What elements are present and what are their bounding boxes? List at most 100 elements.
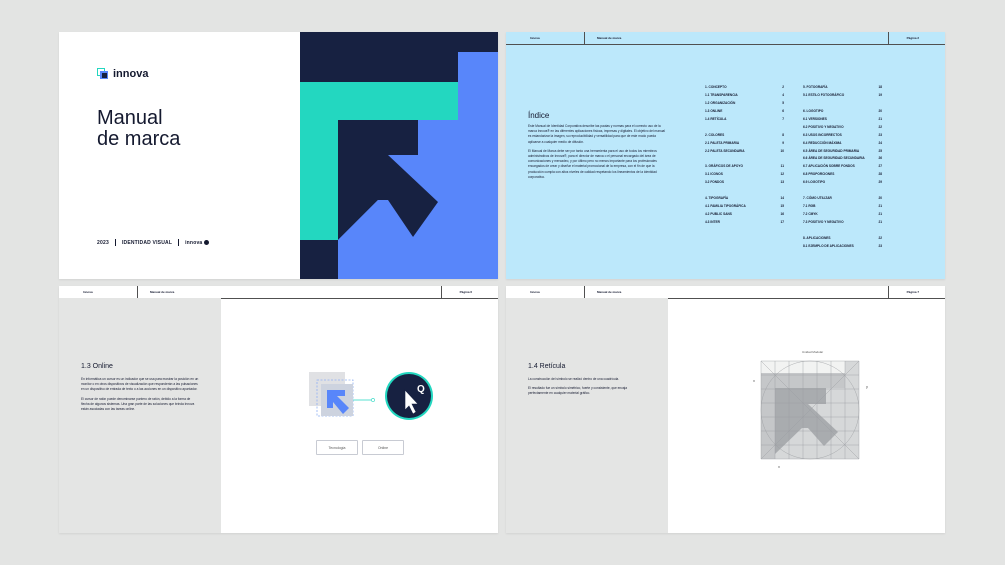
toc-entry[interactable]: 6.7 APLICACIÓN SOBRE FONDOS 27	[803, 164, 882, 172]
toc-entry[interactable]: 7.3 POSITIVO Y NEGATIVO 21	[803, 220, 882, 228]
header-page-number: Página 7	[906, 290, 919, 294]
toc-entry[interactable]: 3. GRÁFICOS DE APOYO 11	[705, 164, 784, 172]
toc-entry-page: 29	[878, 180, 882, 185]
section-title: 1.4 Retícula	[528, 363, 566, 370]
toc-entry-page: 5	[782, 100, 784, 105]
toc-entry-label: 6.1 VERSIONES	[803, 116, 827, 121]
toc-entry[interactable]: 6.2 POSITIVO Y NEGATIVO 22	[803, 125, 882, 133]
toc-entry[interactable]: 6.8 PROPORCIONES 28	[803, 172, 882, 180]
toc-entry-label: 6.8 PROPORCIONES	[803, 172, 835, 177]
page-header: Innova Manual de marca Página 2	[506, 32, 945, 45]
toc-column-right: 5. FOTOGRAFÍA 18 5.1 ESTILO FOTOGRÁFICO 19 6…	[803, 85, 882, 252]
toc-entry[interactable]: 2. COLORES 8	[705, 133, 784, 141]
section-paragraph-2: El cursor de ratón puede denominarse pun…	[81, 396, 195, 412]
toc-entry-page: 25	[878, 148, 882, 153]
toc-entry-label: 1.3 ONLINE	[705, 108, 723, 113]
toc-entry-page: 21	[878, 116, 882, 121]
toc-entry-page: 23	[878, 132, 882, 137]
header-brand: Innova	[530, 290, 540, 294]
toc-entry[interactable]: 3.1 ICONOS 12	[705, 172, 784, 180]
toc-entry-page: 18	[878, 85, 882, 89]
section-title: 1.3 Online	[81, 363, 113, 370]
registered-icon	[204, 240, 210, 245]
toc-entry-page: 20	[878, 196, 882, 201]
toc-entry[interactable]: 3.2 FONDOS 13	[705, 180, 784, 188]
cover-brand-graphic	[300, 32, 498, 279]
section-paragraph-2: El resultado fue un símbolo simétrico, f…	[528, 386, 628, 396]
toc-entry[interactable]: 5. FOTOGRAFÍA 18	[803, 85, 882, 93]
toc-entry[interactable]: 6.9 LOGOTIPO 29	[803, 180, 882, 188]
index-page[interactable]: Innova Manual de marca Página 2 Índice E…	[506, 32, 945, 279]
toc-entry[interactable]: 4.1 FAMILIA TIPOGRÁFICA 15	[705, 204, 784, 212]
grid-page[interactable]: Innova Manual de marca Página 7 1.4 Retí…	[506, 286, 945, 533]
toc-entry-label: 5.1 ESTILO FOTOGRÁFICO	[803, 92, 845, 97]
footer-divider	[114, 239, 116, 246]
toc-spacer	[803, 228, 882, 236]
toc-entry[interactable]: 1.4 RETÍCULA 7	[705, 117, 784, 125]
section-paragraph-1: La construcción del símbolo se realizó d…	[528, 377, 620, 381]
toc-entry-label: 7. CÓMO UTILIZAR	[803, 196, 832, 201]
header-page-number: Página 2	[906, 36, 919, 40]
brand-name: innova	[113, 68, 149, 80]
toc-entry[interactable]: 4.3 INTER 17	[705, 220, 784, 228]
toc-entry[interactable]: 2.2 PALETA SECUNDARIA 10	[705, 149, 784, 157]
toc-entry-page: 6	[782, 108, 784, 113]
art-navy-foot	[300, 240, 338, 279]
toc-entry[interactable]: 8. APLICACIONES 22	[803, 236, 882, 244]
toc-entry-page: 11	[780, 164, 784, 169]
toc-entry-label: 7.1 RGB	[803, 204, 816, 209]
toc-entry[interactable]: 2.1 PALETA PRIMARIA 9	[705, 141, 784, 149]
toc-entry-page: 8	[782, 132, 784, 137]
toc-entry-label: 4.1 FAMILIA TIPOGRÁFICA	[705, 204, 746, 209]
toc-entry-label: 3.1 ICONOS	[705, 172, 723, 177]
toc-entry[interactable]: 6. LOGOTIPO 20	[803, 109, 882, 117]
index-paragraph-2: El Manual de Marca debe ser por tanto un…	[528, 148, 657, 179]
index-title: Índice	[528, 111, 550, 120]
toc-entry-label: 4.2 PUBLIC SANS	[705, 212, 732, 216]
toc-entry-page: 4	[782, 92, 784, 97]
toc-entry[interactable]: 7. CÓMO UTILIZAR 20	[803, 196, 882, 204]
toc-entry[interactable]: 5.1 ESTILO FOTOGRÁFICO 19	[803, 93, 882, 101]
toc-entry[interactable]: 6.4 REDUCCIÓN MÁXIMA 24	[803, 141, 882, 149]
toc-entry[interactable]: 8.1 EJEMPLO DE APLICACIONES 23	[803, 244, 882, 252]
toc-entry-label: 1.1 TRANSPARENCIA	[705, 92, 738, 97]
toc-entry[interactable]: 1.2 ORGANIZACIÓN 5	[705, 101, 784, 109]
brand-logo: innova	[97, 68, 148, 80]
toc-entry[interactable]: 1.3 ONLINE 6	[705, 109, 784, 117]
toc-entry-page: 21	[878, 204, 882, 209]
toc-entry[interactable]: 6.3 USOS INCORRECTOS 23	[803, 133, 882, 141]
toc-entry[interactable]: 7.1 RGB 21	[803, 204, 882, 212]
toc-entry-page: 23	[878, 243, 882, 248]
axis-label-x-bottom: x	[778, 464, 780, 469]
online-page[interactable]: Innova Manual de marca Página 6 1.3 Onli…	[59, 286, 498, 533]
toc-entry-page: 24	[878, 140, 882, 145]
toc-entry-page: 7	[782, 116, 784, 121]
header-brand: Innova	[83, 290, 93, 294]
toc-spacer	[705, 125, 784, 133]
header-doc-title: Manual de marca	[150, 290, 175, 294]
zoom-glyph: Q	[417, 384, 425, 395]
toc-entry-page: 15	[780, 204, 784, 209]
toc-entry-label: 6.6 ÁREA DE SEGURIDAD SECUNDARIA	[803, 156, 865, 161]
cursor-illustration: Q	[309, 372, 433, 420]
toc-entry-page: 22	[878, 124, 882, 129]
tag-chip-online[interactable]: Online	[362, 440, 404, 455]
header-doc-title: Manual de marca	[597, 290, 622, 294]
toc-entry-label: 2. COLORES	[705, 132, 725, 137]
toc-entry[interactable]: 6.1 VERSIONES 21	[803, 117, 882, 125]
tag-chip-technology[interactable]: Tecnología	[316, 440, 358, 455]
toc-entry-page: 16	[780, 212, 784, 216]
toc-column-left: 1. CONCEPTO 2 1.1 TRANSPARENCIA 4 1.2 ORGANI…	[705, 85, 784, 228]
cover-page[interactable]: innova Manual de marca 2023 IDENTIDAD VI…	[59, 32, 498, 279]
toc-entry-label: 6.3 USOS INCORRECTOS	[803, 132, 842, 137]
toc-entry[interactable]: 4. TIPOGRAFÍA 14	[705, 196, 784, 204]
toc-entry[interactable]: 1.1 TRANSPARENCIA 4	[705, 93, 784, 101]
toc-entry-label: 4.3 INTER	[705, 219, 720, 224]
cover-title-line2: de marca	[97, 128, 181, 150]
toc-entry[interactable]: 4.2 PUBLIC SANS 16	[705, 212, 784, 220]
toc-entry[interactable]: 7.2 CMYK 21	[803, 212, 882, 220]
toc-entry-page: 2	[782, 85, 784, 89]
cover-title: Manual de marca	[97, 108, 180, 150]
toc-entry[interactable]: 1. CONCEPTO 2	[705, 85, 784, 93]
cover-year: 2023	[97, 239, 109, 246]
